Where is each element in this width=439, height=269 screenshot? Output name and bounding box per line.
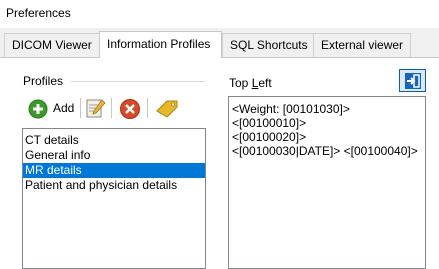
- tab-sql-shortcuts[interactable]: SQL Shortcuts: [222, 33, 314, 57]
- editor-line: <Weight: [00101030]>: [232, 102, 350, 116]
- rename-profile-button[interactable]: [155, 97, 179, 119]
- editor-line: <[00100010]>: [232, 116, 307, 130]
- toolbar-separator: [147, 98, 148, 118]
- position-label: Top Left: [229, 76, 272, 90]
- toolbar-separator: [80, 98, 81, 118]
- profiles-list[interactable]: CT details General info MR details Patie…: [22, 128, 206, 269]
- editor-line: <[00100020]>: [232, 130, 307, 144]
- position-select-button[interactable]: [399, 69, 426, 92]
- editor-line: <[00100030|DATE]> <[00100040]>: [232, 144, 418, 158]
- position-label-prefix: Top: [229, 76, 252, 90]
- tab-strip: DICOM Viewer Information Profiles SQL Sh…: [0, 31, 439, 58]
- tag-icon: [155, 97, 179, 122]
- edit-icon: [85, 97, 107, 122]
- list-item-selected[interactable]: MR details: [23, 163, 205, 178]
- toolbar-separator: [111, 98, 112, 118]
- add-button-label: Add: [53, 101, 75, 115]
- list-item[interactable]: CT details: [23, 133, 205, 148]
- profiles-group-label: Profiles: [23, 74, 64, 88]
- list-item[interactable]: Patient and physician details: [23, 178, 205, 193]
- list-item[interactable]: General info: [23, 148, 205, 163]
- tab-dicom-viewer[interactable]: DICOM Viewer: [4, 33, 100, 57]
- window-title: Preferences: [6, 6, 71, 20]
- tab-external-viewer[interactable]: External viewer: [313, 33, 411, 57]
- delete-profile-button[interactable]: [119, 98, 141, 120]
- tab-information-profiles[interactable]: Information Profiles: [99, 31, 222, 58]
- delete-icon: [119, 98, 141, 123]
- group-divider: [71, 81, 205, 82]
- edit-profile-button[interactable]: [85, 97, 107, 119]
- title-bar: Preferences: [0, 0, 439, 28]
- profile-template-editor[interactable]: <Weight: [00101030]> <[00100010]> <[0010…: [228, 96, 426, 269]
- add-icon: [28, 99, 48, 122]
- position-label-suffix: eft: [258, 76, 272, 90]
- arrow-into-box-icon: [404, 72, 422, 93]
